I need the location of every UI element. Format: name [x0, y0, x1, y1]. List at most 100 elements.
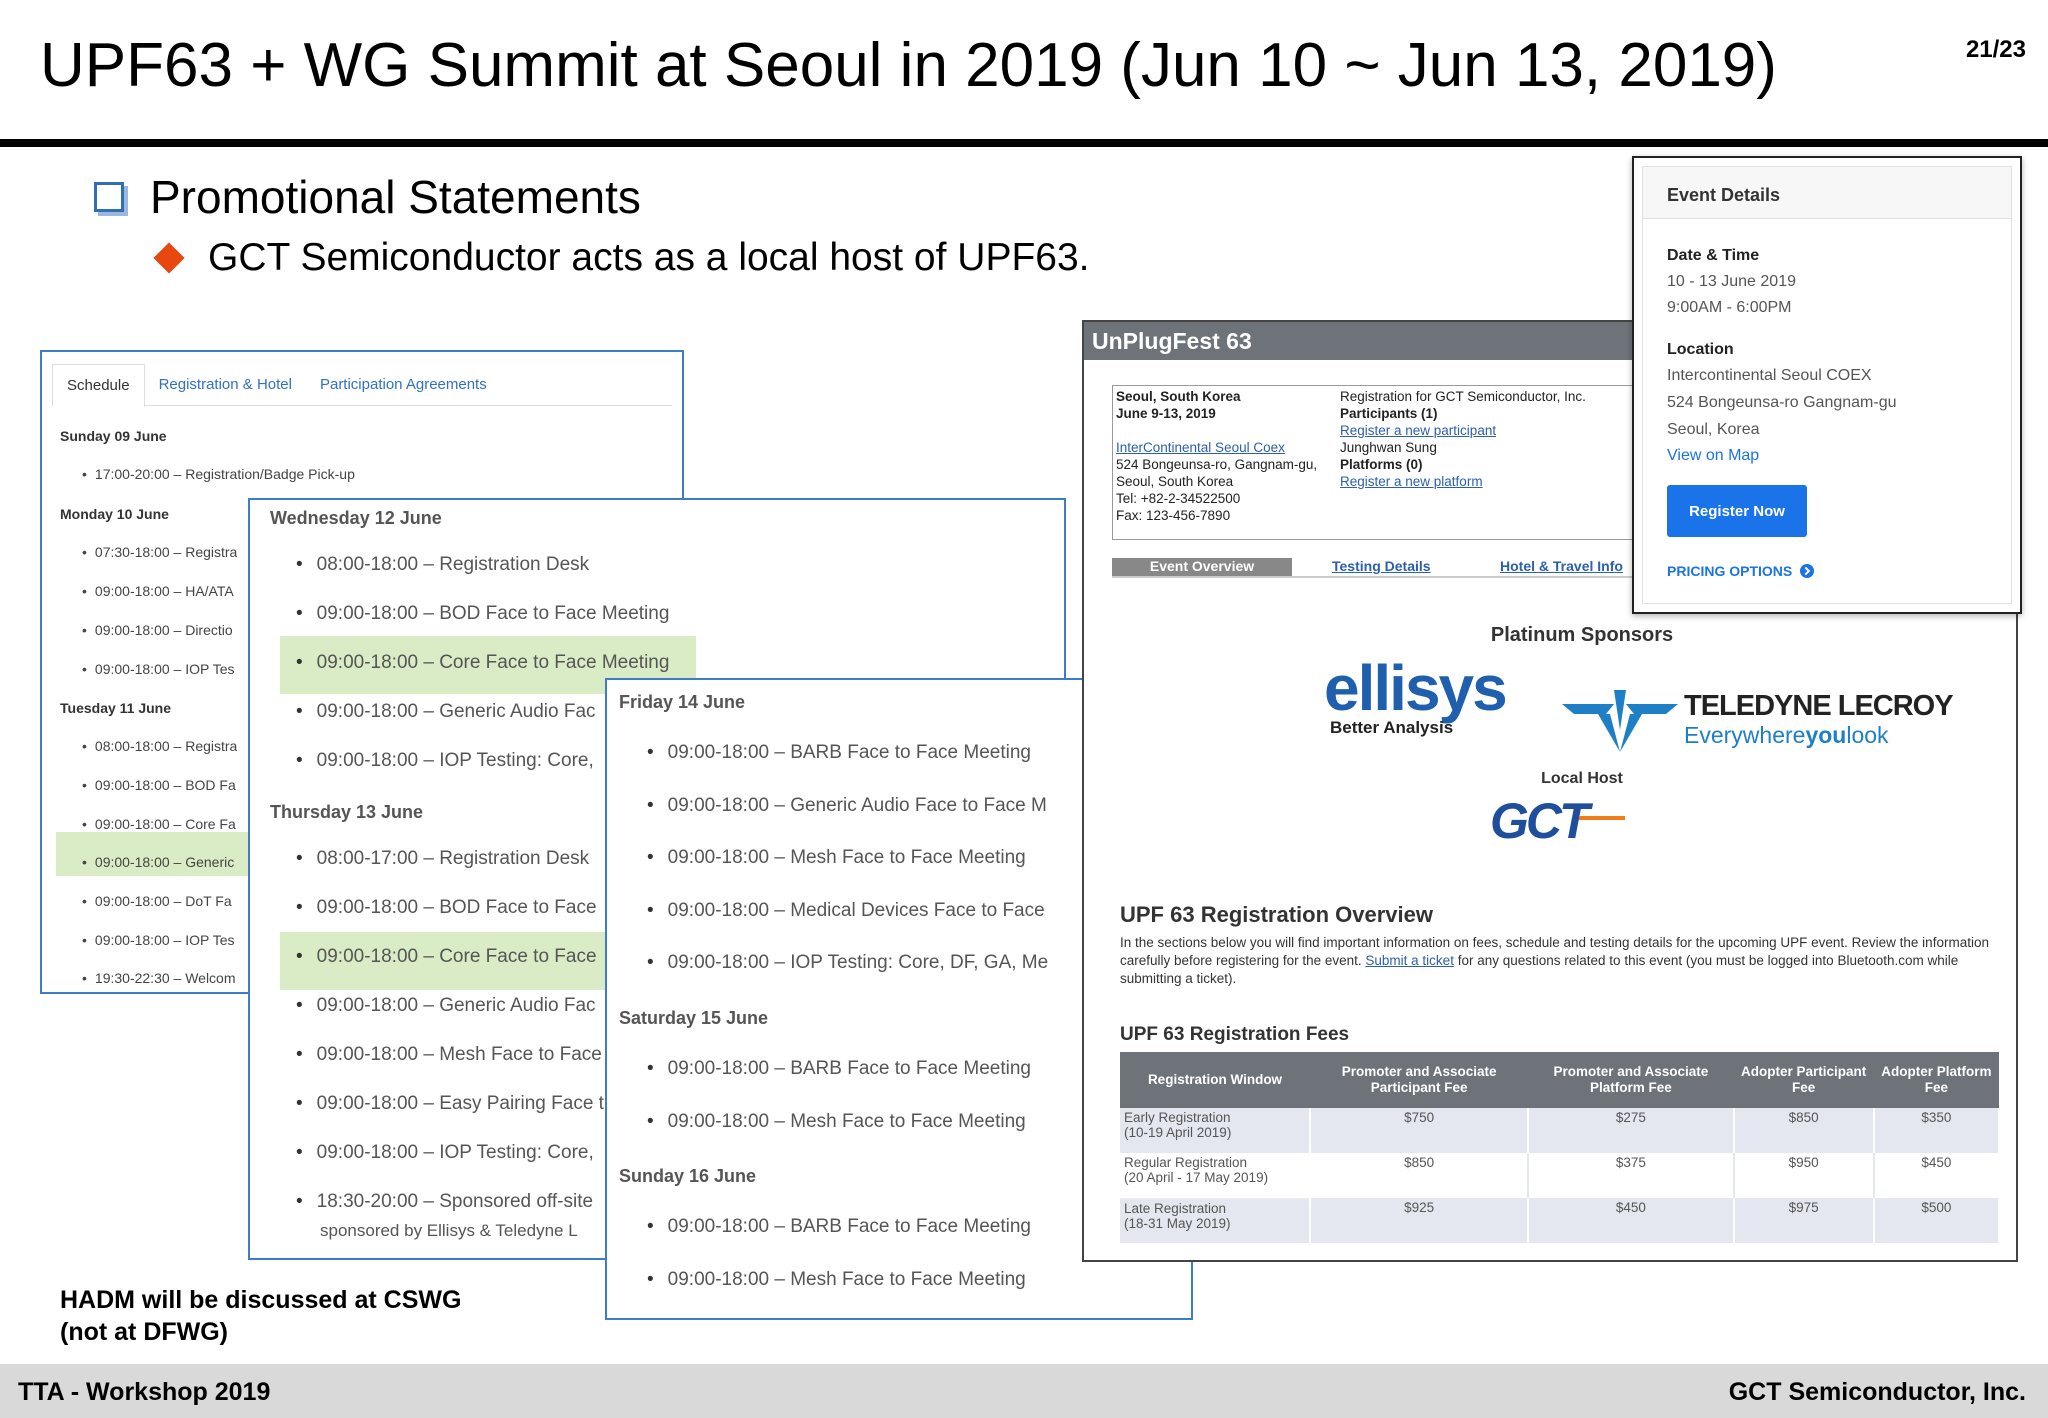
schedule-item: 09:00-18:00 – BARB Face to Face Meeting: [647, 742, 1031, 764]
pricing-options-link[interactable]: PRICING OPTIONS: [1667, 563, 1815, 579]
tab-participation-agreements[interactable]: Participation Agreements: [306, 364, 501, 405]
bullet-promotional-statements: Promotional Statements: [94, 170, 641, 224]
table-header-row: Registration Window Promoter and Associa…: [1120, 1052, 1999, 1108]
date-time-label: Date & Time: [1667, 247, 1760, 264]
schedule-item: 09:00-18:00 – IOP Tes: [82, 661, 235, 677]
event-details-card: Event Details Date & Time 10 - 13 June 2…: [1632, 156, 2022, 614]
schedule-item: 09:00-18:00 – Directio: [82, 622, 233, 638]
table-cell: $850: [1733, 1108, 1875, 1153]
location-label: Location: [1667, 341, 1734, 358]
schedule-item: 09:00-18:00 – BARB Face to Face Meeting: [647, 1058, 1031, 1080]
schedule-item: 09:00-18:00 – Generic: [82, 854, 234, 870]
column-header: Promoter and Associate Participant Fee: [1310, 1052, 1529, 1108]
table-row: Regular Registration (20 April - 17 May 2…: [1120, 1153, 2001, 1199]
schedule-tabs: Schedule Registration & Hotel Participat…: [52, 364, 672, 407]
schedule-item: 09:00-18:00 – IOP Testing: Core,: [296, 1142, 594, 1164]
gct-wordmark: GCT: [1490, 793, 1590, 849]
schedule-item: 09:00-18:00 – IOP Testing: Core,: [296, 750, 594, 772]
tab-schedule[interactable]: Schedule: [52, 364, 145, 407]
upf-title: UnPlugFest 63: [1092, 328, 1252, 354]
schedule-item: 09:00-18:00 – BARB Face to Face Meeting: [647, 1216, 1031, 1238]
schedule-item: 08:00-17:00 – Registration Desk: [296, 848, 590, 870]
slide-title: UPF63 + WG Summit at Seoul in 2019 (Jun …: [40, 31, 1777, 100]
schedule-item: 09:00-18:00 – Medical Devices Face to Fa…: [647, 900, 1045, 922]
teledyne-logo: [1562, 690, 1678, 757]
schedule-item: 09:00-18:00 – Generic Audio Fac: [296, 701, 596, 723]
gct-logo: GCT: [1490, 792, 1625, 850]
event-street: 524 Bongeunsa-ro Gangnam-gu: [1667, 394, 1897, 411]
day-heading: Tuesday 11 June: [60, 700, 172, 716]
tab-hotel-travel[interactable]: Hotel & Travel Info: [1500, 558, 1623, 574]
pricing-options-label: PRICING OPTIONS: [1667, 563, 1793, 579]
teledyne-tagline: Everywhereyoulook: [1684, 723, 1953, 747]
schedule-item: 09:00-18:00 – BOD Fa: [82, 777, 236, 793]
table-cell: Early Registration (10-19 April 2019): [1120, 1108, 1311, 1153]
day-heading: Saturday 15 June: [619, 1008, 769, 1028]
tab-event-overview[interactable]: Event Overview: [1112, 558, 1292, 576]
bullet-local-host: GCT Semiconductor acts as a local host o…: [152, 236, 1090, 280]
slide-footer: TTA - Workshop 2019 GCT Semiconductor, I…: [0, 1364, 2048, 1418]
registration-fees-title: UPF 63 Registration Fees: [1120, 1024, 1350, 1045]
registration-overview-text: In the sections below you will find impo…: [1120, 934, 1990, 988]
diamond-bullet-icon: [153, 242, 185, 274]
teledyne-emblem-icon: [1562, 690, 1678, 752]
event-details-title: Event Details: [1667, 185, 1781, 205]
gct-accent-line: [1578, 816, 1625, 820]
event-venue: Intercontinental Seoul COEX: [1667, 367, 1872, 384]
hadm-note: HADM will be discussed at CSWG (not at D…: [60, 1284, 461, 1348]
teledyne-tagline-part2: you: [1805, 722, 1847, 748]
day-heading: Monday 10 June: [60, 506, 169, 522]
note-line1: HADM will be discussed at CSWG: [60, 1286, 462, 1314]
table-cell: $375: [1528, 1153, 1735, 1198]
schedule-item: 09:00-18:00 – Core Face to Face: [296, 946, 597, 968]
table-cell: $500: [1873, 1198, 2001, 1243]
register-platform-link[interactable]: Register a new platform: [1340, 474, 1483, 489]
table-row: Late Registration (18-31 May 2019) $925 $…: [1120, 1198, 2001, 1243]
schedule-item: 09:00-18:00 – Mesh Face to Face: [296, 1044, 602, 1066]
schedule-item: 09:00-18:00 – Mesh Face to Face Meeting: [647, 847, 1026, 869]
table-cell: $350: [1873, 1108, 2001, 1153]
upf-address-block: Seoul, South Korea June 9-13, 2019 Inter…: [1116, 388, 1317, 524]
tab-testing-details[interactable]: Testing Details: [1332, 558, 1431, 574]
table-cell: $850: [1310, 1153, 1530, 1198]
submit-ticket-link[interactable]: Submit a ticket: [1365, 953, 1454, 968]
upf-fax: Fax: 123-456-7890: [1116, 508, 1231, 523]
table-row: Early Registration (10-19 April 2019) $75…: [1120, 1108, 2001, 1153]
view-on-map-link[interactable]: View on Map: [1667, 447, 1759, 465]
tab-registration-hotel[interactable]: Registration & Hotel: [145, 364, 306, 405]
schedule-item: 08:00-18:00 – Registra: [82, 738, 237, 754]
upf-city: Seoul, South Korea: [1116, 389, 1241, 404]
schedule-item: 09:00-18:00 – Generic Audio Face to Face…: [647, 795, 1047, 817]
window-name: Early Registration: [1124, 1110, 1231, 1125]
upf-registration-block: Registration for GCT Semiconductor, Inc.…: [1340, 388, 1586, 490]
ellisys-logo: ellisys Better Analysis: [1324, 652, 1508, 738]
table-cell: $450: [1873, 1153, 2001, 1198]
schedule-item: 09:00-18:00 – Core Fa: [82, 816, 236, 832]
schedule-item: 09:00-18:00 – IOP Tes: [82, 932, 235, 948]
checkbox-bullet-icon: [94, 182, 124, 212]
schedule-item: 09:00-18:00 – Generic Audio Fac: [296, 995, 596, 1017]
ellisys-wordmark: ellisys: [1324, 652, 1508, 724]
registration-fees-table: Registration Window Promoter and Associa…: [1120, 1052, 2001, 1243]
table-cell: Late Registration (18-31 May 2019): [1120, 1198, 1311, 1243]
upf-dates: June 9-13, 2019: [1116, 406, 1216, 421]
register-participant-link[interactable]: Register a new participant: [1340, 423, 1496, 438]
registration-overview-title: UPF 63 Registration Overview: [1120, 902, 1433, 927]
window-dates: (10-19 April 2019): [1124, 1125, 1232, 1140]
window-dates: (20 April - 17 May 2019): [1124, 1170, 1269, 1185]
table-cell: $925: [1310, 1198, 1530, 1243]
table-cell: $450: [1528, 1198, 1735, 1243]
schedule-item: 09:00-18:00 – Easy Pairing Face t: [296, 1093, 604, 1115]
table-cell: Regular Registration (20 April - 17 May 2…: [1120, 1153, 1311, 1199]
register-now-button[interactable]: Register Now: [1667, 485, 1807, 537]
table-cell: $275: [1528, 1108, 1735, 1153]
column-header: Adopter Platform Fee: [1873, 1052, 1999, 1108]
upf-participant-name: Junghwan Sung: [1340, 440, 1437, 455]
upf-venue-link[interactable]: InterContinental Seoul Coex: [1116, 440, 1285, 455]
upf-address-line1: 524 Bongeunsa-ro, Gangnam-gu,: [1116, 457, 1318, 472]
table-cell: $750: [1310, 1108, 1530, 1153]
day-heading: Sunday 16 June: [619, 1166, 757, 1186]
schedule-item: 09:00-18:00 – HA/ATA: [82, 583, 234, 599]
title-divider: [0, 139, 2048, 147]
window-dates: (18-31 May 2019): [1124, 1215, 1231, 1231]
